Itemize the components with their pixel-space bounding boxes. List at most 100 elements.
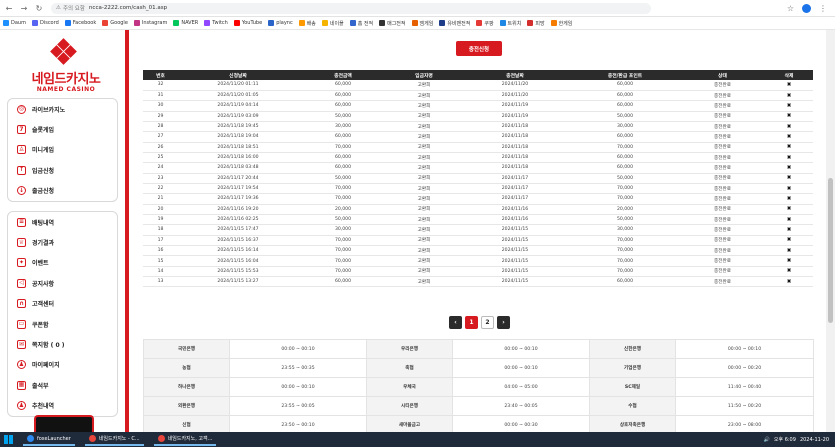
table-cell: 2024/11/18	[460, 121, 570, 133]
site-logo[interactable]: 네임드카지노 NAMED CASINO	[14, 38, 114, 98]
menu-item-slot[interactable]: 7 슬롯게임	[8, 119, 117, 139]
table-cell: 2024/11/20	[460, 90, 570, 102]
menu-item-trophy[interactable]: ♕ 경기결과	[8, 232, 117, 252]
bookmark-item[interactable]: Twitch	[204, 20, 228, 26]
delete-icon[interactable]: ✖	[765, 162, 813, 174]
bookmark-item[interactable]: Google	[102, 20, 128, 26]
delete-icon[interactable]: ✖	[765, 90, 813, 102]
page-1-button[interactable]: 1	[465, 316, 478, 329]
taskbar-app[interactable]: 네임드카지노, 고객...	[153, 433, 217, 446]
table-cell: 60,000	[298, 131, 388, 143]
bookmark-item[interactable]: 유비맨전적	[439, 20, 470, 27]
maintenance-time: 00:00 ~ 00:10	[229, 339, 367, 359]
delete-icon[interactable]: ✖	[765, 193, 813, 205]
table-cell: 고환희	[388, 121, 460, 133]
menu-item-megaphone[interactable]: ◁ 공지사항	[8, 273, 117, 293]
bookmark-item[interactable]: Discord	[31, 20, 59, 26]
volume-icon[interactable]: 🔊	[764, 437, 770, 443]
bookmark-item[interactable]: Facebook	[64, 20, 96, 26]
table-cell: 70,000	[570, 266, 680, 278]
delete-icon[interactable]: ✖	[765, 183, 813, 195]
bank-name: 우리은행	[366, 339, 453, 359]
menu-item-user[interactable]: ♟ 마이페이지	[8, 355, 117, 375]
delete-icon[interactable]: ✖	[765, 111, 813, 122]
scrollbar-thumb[interactable]	[828, 178, 833, 323]
table-cell: 14	[143, 266, 178, 278]
bookmark-item[interactable]: 한게임	[550, 20, 572, 27]
bookmark-item[interactable]: Instagram	[133, 20, 167, 26]
prev-page-button[interactable]: ‹	[449, 316, 462, 329]
delete-icon[interactable]: ✖	[765, 224, 813, 236]
menu-item-gift[interactable]: ✦ 이벤트	[8, 253, 117, 273]
taskbar-app[interactable]: 네임드카지노 - C...	[84, 433, 144, 446]
delete-icon[interactable]: ✖	[765, 80, 813, 91]
bookmark-item[interactable]: Daum	[3, 20, 26, 26]
more-menu-icon[interactable]: ⋮	[819, 4, 827, 13]
bookmark-item[interactable]: NAVER	[173, 20, 198, 26]
chip-icon: ◎	[17, 104, 26, 114]
menu-item-deposit[interactable]: ↑ 입금신청	[8, 160, 117, 180]
menu-item-list[interactable]: ≡ 배팅내역	[8, 212, 117, 232]
profile-avatar[interactable]	[802, 3, 811, 13]
menu-item-calendar[interactable]: ▦ 출석부	[8, 375, 117, 395]
menu-item-users[interactable]: ♟ 추천내역	[8, 396, 117, 416]
delete-icon[interactable]: ✖	[765, 235, 813, 247]
table-cell: 27	[143, 131, 178, 143]
table-cell: 60,000	[298, 152, 388, 164]
delete-icon[interactable]: ✖	[765, 100, 813, 112]
taskbar-app[interactable]: foxeLauncher	[23, 433, 75, 446]
recharge-request-button[interactable]: 충전신청	[456, 41, 502, 56]
bookmark-item[interactable]: plaync	[268, 20, 293, 26]
page-2-button[interactable]: 2	[481, 316, 494, 329]
menu-item-label: 추천내역	[32, 403, 55, 411]
bookmark-item[interactable]: 네이플	[321, 20, 344, 27]
bookmark-item[interactable]: 엠게임	[411, 20, 433, 27]
delete-icon[interactable]: ✖	[765, 121, 813, 133]
menu-item-chip[interactable]: ◎ 라이브카지노	[8, 99, 117, 119]
table-cell: 고환희	[388, 235, 460, 247]
table-row: 23 2024/11/17 20:44 50,000 고환희 2024/11/17 50,…	[143, 173, 813, 184]
bookmark-item[interactable]: 쿠팡	[476, 20, 494, 27]
bookmark-item[interactable]: 배송	[298, 20, 316, 27]
next-page-button[interactable]: ›	[497, 316, 510, 329]
delete-icon[interactable]: ✖	[765, 245, 813, 257]
delete-icon[interactable]: ✖	[765, 173, 813, 184]
clock-date[interactable]: 2024-11-20	[800, 437, 829, 443]
table-cell: 충전완료	[680, 162, 765, 174]
table-cell: 60,000	[298, 100, 388, 112]
bookmark-item[interactable]: 홈 전적	[349, 20, 373, 27]
back-icon[interactable]: ←	[3, 2, 15, 14]
forward-icon[interactable]: →	[18, 2, 30, 14]
menu-item-joystick[interactable]: ♙ 미니게임	[8, 140, 117, 160]
bookmark-label: Twitch	[212, 20, 228, 26]
bookmark-item[interactable]: 피망	[527, 20, 545, 27]
delete-icon[interactable]: ✖	[765, 255, 813, 267]
delete-icon[interactable]: ✖	[765, 142, 813, 153]
bank-name: 농협	[143, 358, 230, 378]
delete-icon[interactable]: ✖	[765, 131, 813, 143]
address-bar[interactable]: ⚠ 주의 요함 ncca-2222.com/cash_01.asp	[51, 2, 651, 14]
menu-item-mail[interactable]: ✉ 쪽지함 ( 0 )	[8, 334, 117, 354]
delete-icon[interactable]: ✖	[765, 214, 813, 226]
reload-icon[interactable]: ↻	[33, 2, 45, 14]
delete-icon[interactable]: ✖	[765, 266, 813, 278]
menu-item-headset[interactable]: ∩ 고객센터	[8, 294, 117, 314]
delete-icon[interactable]: ✖	[765, 204, 813, 215]
menu-item-coupon[interactable]: ▭ 쿠폰함	[8, 314, 117, 334]
menu-item-withdraw[interactable]: ↓ 출금신청	[8, 181, 117, 201]
table-cell: 20	[143, 204, 178, 215]
bookmark-item[interactable]: YouTube	[233, 20, 262, 26]
delete-icon[interactable]: ✖	[765, 276, 813, 288]
bank-row: 외환은행 23:55 ~ 00:05 시티은행 23:40 ~ 00:05 수협 11:5…	[143, 396, 814, 416]
start-icon[interactable]	[4, 435, 13, 444]
table-cell: 2024/11/17 20:44	[178, 173, 298, 184]
delete-icon[interactable]: ✖	[765, 152, 813, 164]
promo-thumbnail[interactable]	[34, 415, 94, 432]
table-cell: 50,000	[298, 111, 388, 122]
bookmark-item[interactable]: 매그전적	[379, 20, 406, 27]
bookmark-star-icon[interactable]: ☆	[787, 4, 794, 13]
bookmark-item[interactable]: 트위치	[499, 20, 521, 27]
clock-time[interactable]: 오후 6:09	[774, 436, 796, 443]
table-cell: 고환희	[388, 100, 460, 112]
table-cell: 70,000	[570, 183, 680, 195]
